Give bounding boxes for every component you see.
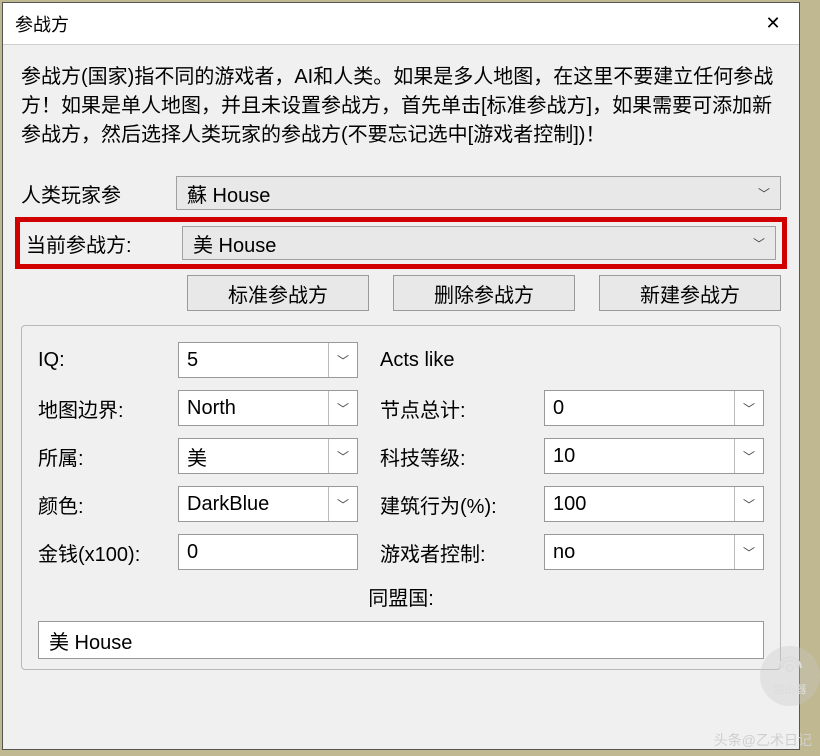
properties-group: IQ: 5 ﹀ Acts like 地图边界: North ﹀ 节点总计: 0 … [21, 325, 781, 670]
tech-label: 科技等级: [368, 442, 534, 471]
ally-label: 同盟国: [38, 582, 764, 611]
human-player-row: 人类玩家参 蘇 House ﹀ [21, 172, 781, 214]
human-player-dropdown[interactable]: 蘇 House ﹀ [176, 176, 781, 210]
chevron-down-icon: ﹀ [328, 487, 349, 521]
tech-value: 10 [553, 445, 575, 468]
owner-value: 美 [187, 442, 207, 471]
chevron-down-icon: ﹀ [328, 439, 349, 473]
color-value: DarkBlue [187, 493, 269, 516]
close-icon: ✕ [765, 13, 780, 34]
playerctrl-label: 游戏者控制: [368, 538, 534, 567]
chevron-down-icon: ﹀ [758, 185, 770, 202]
nodes-label: 节点总计: [368, 394, 534, 423]
chevron-down-icon: ﹀ [328, 391, 349, 425]
chevron-down-icon: ﹀ [734, 391, 755, 425]
owner-combo[interactable]: 美 ﹀ [178, 438, 358, 474]
iq-combo[interactable]: 5 ﹀ [178, 342, 358, 378]
border-combo[interactable]: North ﹀ [178, 390, 358, 426]
money-label: 金钱(x100): [38, 538, 168, 567]
tech-combo[interactable]: 10 ﹀ [544, 438, 764, 474]
current-side-label: 当前参战方: [22, 229, 182, 258]
description-text: 参战方(国家)指不同的游戏者，AI和人类。如果是多人地图，在这里不要建立任何参战… [21, 63, 781, 150]
new-side-button[interactable]: 新建参战方 [599, 275, 781, 311]
actslike-label: Acts like [368, 349, 534, 372]
iq-value: 5 [187, 349, 198, 372]
window-title: 参战方 [15, 11, 69, 37]
money-input[interactable]: 0 [178, 534, 358, 570]
color-combo[interactable]: DarkBlue ﹀ [178, 486, 358, 522]
dialog-window: 参战方 ✕ 参战方(国家)指不同的游戏者，AI和人类。如果是多人地图，在这里不要… [2, 2, 800, 750]
chevron-down-icon: ﹀ [734, 487, 755, 521]
current-side-dropdown[interactable]: 美 House ﹀ [182, 226, 776, 260]
money-value: 0 [187, 541, 198, 564]
nodes-value: 0 [553, 397, 564, 420]
content-area: 参战方(国家)指不同的游戏者，AI和人类。如果是多人地图，在这里不要建立任何参战… [3, 45, 799, 670]
playerctrl-combo[interactable]: no ﹀ [544, 534, 764, 570]
action-buttons: 标准参战方 删除参战方 新建参战方 [21, 275, 781, 311]
ally-input[interactable]: 美 House [38, 621, 764, 659]
human-player-label: 人类玩家参 [21, 179, 176, 208]
human-player-value: 蘇 House [187, 179, 270, 208]
chevron-down-icon: ﹀ [734, 535, 755, 569]
chevron-down-icon: ﹀ [328, 343, 349, 377]
iq-label: IQ: [38, 349, 168, 372]
playerctrl-value: no [553, 541, 575, 564]
chevron-down-icon: ﹀ [753, 235, 765, 252]
ally-value: 美 House [49, 626, 132, 655]
build-label: 建筑行为(%): [368, 490, 534, 519]
close-button[interactable]: ✕ [751, 3, 795, 45]
build-value: 100 [553, 493, 586, 516]
border-value: North [187, 397, 236, 420]
build-combo[interactable]: 100 ﹀ [544, 486, 764, 522]
standard-side-button[interactable]: 标准参战方 [187, 275, 369, 311]
chevron-down-icon: ﹀ [734, 439, 755, 473]
nodes-combo[interactable]: 0 ﹀ [544, 390, 764, 426]
color-label: 颜色: [38, 490, 168, 519]
current-side-row: 当前参战方: 美 House ﹀ [15, 217, 787, 269]
titlebar: 参战方 ✕ [3, 3, 799, 45]
current-side-value: 美 House [193, 229, 276, 258]
delete-side-button[interactable]: 删除参战方 [393, 275, 575, 311]
owner-label: 所属: [38, 442, 168, 471]
border-label: 地图边界: [38, 394, 168, 423]
